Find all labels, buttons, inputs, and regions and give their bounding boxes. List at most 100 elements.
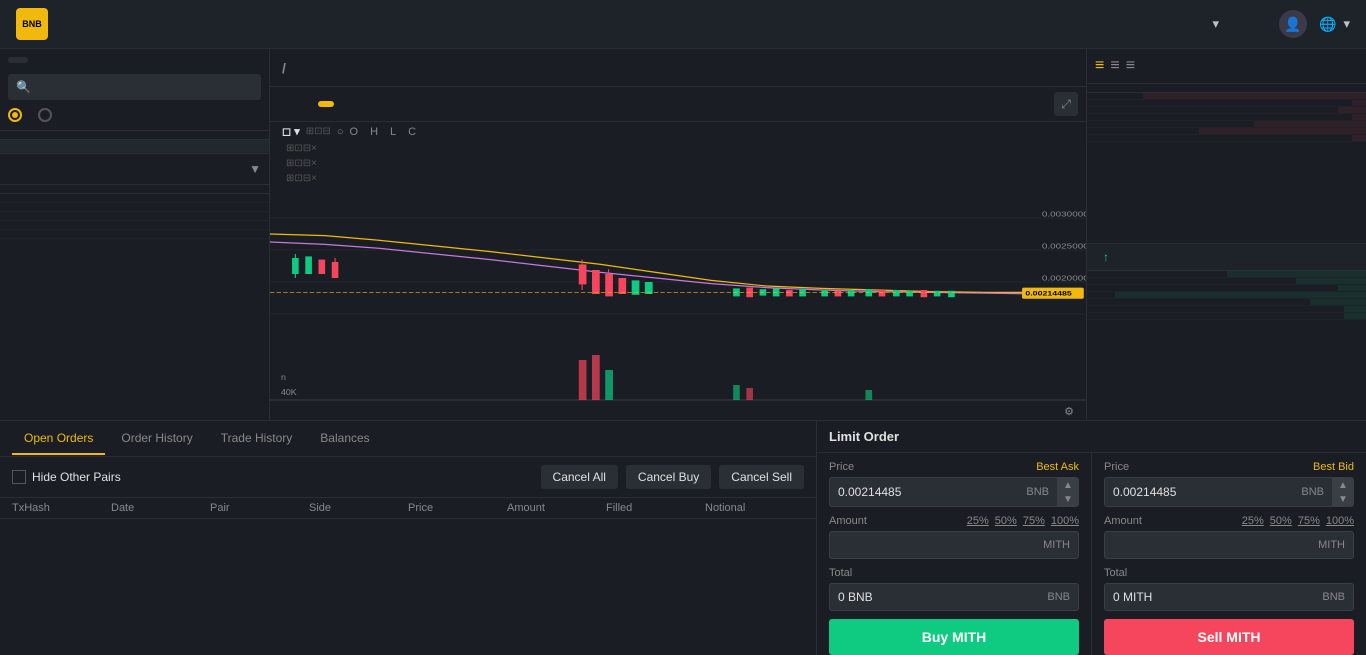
ob-view-buttons: ≡ ≡ ≡ [1087, 49, 1366, 84]
toolbar-technical-btn[interactable] [398, 101, 414, 107]
globe-icon: 🌐 [1319, 16, 1336, 33]
buy-mith-btn[interactable]: Buy MITH [829, 619, 1079, 655]
ob-mid-price: ↑ [1087, 243, 1366, 271]
settings-icon[interactable]: ⚙ [1064, 405, 1074, 418]
trading-history: ▼ [0, 153, 269, 420]
cancel-sell-btn[interactable]: Cancel Sell [719, 465, 804, 489]
sell-amount-input[interactable] [1105, 532, 1310, 558]
ob-ask-row[interactable] [1087, 93, 1366, 100]
orders-col-header: Amount [507, 502, 606, 514]
toolbar-1w-btn[interactable] [358, 101, 374, 107]
toolbar-time-btn[interactable] [278, 101, 294, 107]
volume-section: 40K n [270, 346, 1086, 400]
chart-svg-container: 0.00300000 0.00250000 0.00200000 [270, 186, 1086, 346]
th-row [0, 230, 269, 239]
th-row [0, 221, 269, 230]
ob-ask-row[interactable] [1087, 121, 1366, 128]
ob-bid-row[interactable] [1087, 285, 1366, 292]
tab-order-history[interactable]: Order History [109, 423, 204, 455]
change-toggle[interactable] [8, 108, 26, 122]
candlestick-chart: 0.00300000 0.00250000 0.00200000 [270, 186, 1086, 346]
ohlc-bar: ◻ ▾ ⊞⊡⊟ ○ O H L C [270, 122, 1086, 141]
svg-text:0.00250000: 0.00250000 [1042, 242, 1086, 250]
ob-bids [1087, 271, 1366, 421]
ob-bid-row[interactable] [1087, 278, 1366, 285]
ob-asks [1087, 93, 1366, 243]
ob-ask-row[interactable] [1087, 100, 1366, 107]
ob-bid-row[interactable] [1087, 306, 1366, 313]
search-icon: 🔍 [16, 80, 31, 94]
bnb-badge[interactable] [8, 57, 28, 63]
svg-text:0.00300000: 0.00300000 [1042, 210, 1086, 218]
orders-col-header: Filled [606, 502, 705, 514]
ob-ask-row[interactable] [1087, 135, 1366, 142]
chevron-down-icon-lang: ▾ [1343, 16, 1350, 32]
toolbar-1d-btn[interactable] [338, 101, 354, 107]
chart-status-bar: ⚙ [270, 400, 1086, 420]
tab-open-orders[interactable]: Open Orders [12, 423, 105, 455]
toolbar-min-btn[interactable] [298, 101, 314, 107]
language-selector[interactable]: ▾ [1340, 16, 1350, 32]
bottom-wrapper: Open OrdersOrder HistoryTrade HistoryBal… [0, 420, 1366, 655]
search-input[interactable] [8, 74, 261, 100]
buy-price-input[interactable] [830, 479, 1018, 505]
buy-total-input[interactable] [830, 584, 1039, 610]
sell-price-down[interactable]: ▼ [1333, 492, 1353, 506]
main-area: 🔍 [0, 49, 1366, 420]
tab-balances[interactable]: Balances [308, 423, 381, 455]
orders-col-header: Side [309, 502, 408, 514]
ob-col-headers [1087, 84, 1366, 93]
up-arrow-icon: ↑ [1103, 250, 1109, 264]
th-row [0, 203, 269, 212]
sidebar: 🔍 [0, 49, 270, 420]
order-book: ≡ ≡ ≡ [1086, 49, 1366, 420]
svg-text:n: n [281, 372, 286, 382]
svg-text:0.00214485: 0.00214485 [1025, 290, 1072, 297]
ohlc-icons: ⊞⊡⊟ [306, 126, 331, 137]
sell-total-input[interactable] [1105, 584, 1314, 610]
cancel-all-btn[interactable]: Cancel All [541, 465, 618, 489]
ma-row-1: ⊞⊡⊟× [270, 141, 1086, 156]
ob-view-bids-btn[interactable]: ≡ [1110, 57, 1119, 75]
cancel-buy-btn[interactable]: Cancel Buy [626, 465, 711, 489]
chart-toolbar: ⤢ [270, 87, 1086, 122]
center-area: / [270, 49, 1086, 420]
logo[interactable]: BNB [16, 8, 56, 40]
th-row [0, 194, 269, 203]
ob-view-asks-btn[interactable]: ≡ [1126, 57, 1135, 75]
buy-amount-input[interactable] [830, 532, 1035, 558]
sell-price-input[interactable] [1105, 479, 1293, 505]
pair-row[interactable] [0, 140, 269, 153]
ma-row-3: ⊞⊡⊟× [270, 171, 1086, 186]
sell-mith-btn[interactable]: Sell MITH [1104, 619, 1354, 655]
toolbar-1hour-btn[interactable] [318, 101, 334, 107]
top-nav: BNB ▾ 👤 🌐 ▾ [0, 0, 1366, 49]
pair-title: / [282, 57, 286, 78]
logo-icon: BNB [16, 8, 48, 40]
ob-bid-row[interactable] [1087, 271, 1366, 278]
buy-price-up[interactable]: ▲ [1058, 478, 1078, 492]
toolbar-1m-btn[interactable] [378, 101, 394, 107]
chart-header: / [270, 49, 1086, 87]
hide-pairs-checkbox[interactable]: Hide Other Pairs [12, 470, 121, 484]
ob-bid-row[interactable] [1087, 299, 1366, 306]
buy-price-down[interactable]: ▼ [1058, 492, 1078, 506]
volume-toggle[interactable] [38, 108, 56, 122]
ob-ask-row[interactable] [1087, 128, 1366, 135]
ob-bid-row[interactable] [1087, 313, 1366, 320]
toggle-row [8, 108, 261, 122]
tab-trade-history[interactable]: Trade History [209, 423, 305, 455]
orders-col-header: Pair [210, 502, 309, 514]
ob-view-all-btn[interactable]: ≡ [1095, 57, 1104, 75]
limit-order-panel: Limit OrderPriceBest AskBNB▲▼Amount25%50… [816, 421, 1366, 655]
ob-bid-row[interactable] [1087, 292, 1366, 299]
nav-orders[interactable]: ▾ [1210, 16, 1220, 32]
filter-icon[interactable]: ▼ [249, 162, 261, 176]
th-col-headers [0, 185, 269, 194]
ob-ask-row[interactable] [1087, 114, 1366, 121]
sell-price-up[interactable]: ▲ [1333, 478, 1353, 492]
expand-chart-btn[interactable]: ⤢ [1054, 92, 1078, 116]
svg-text:40K: 40K [281, 387, 297, 397]
user-icon[interactable]: 👤 [1279, 10, 1307, 38]
ob-ask-row[interactable] [1087, 107, 1366, 114]
